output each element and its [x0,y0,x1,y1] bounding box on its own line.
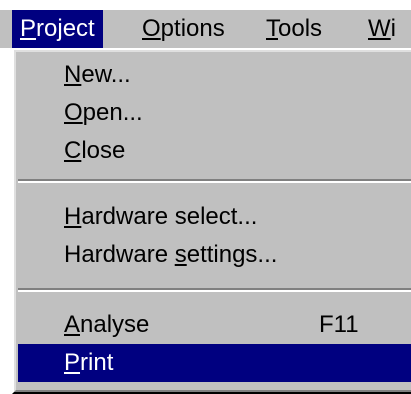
menu-tools-label-rest: ools [278,15,323,42]
menu-project-label-rest: roject [36,15,95,42]
menu-item-analyse-shortcut: F11 [319,311,359,338]
menu-separator [18,288,411,292]
menu-item-open-mnemonic: O [64,99,83,126]
menu-item-hardware-settings-post: ettings... [186,241,278,268]
menu-item-close-post: lose [81,137,126,164]
menu-window-label-rest: i [390,15,396,42]
menu-item-close-mnemonic: C [64,137,82,164]
menu-tools-mnemonic: T [266,15,278,42]
menu-item-hardware-select-post: ardware select... [81,203,258,230]
menu-options[interactable]: Options [134,10,233,48]
menu-bar: Project Options Tools Wi [0,10,411,48]
menu-tools[interactable]: Tools [258,10,330,48]
menu-item-analyse-post: nalyse [80,311,150,338]
menu-item-analyse-mnemonic: A [64,311,81,338]
menu-item-hardware-select[interactable]: Hardware select... [18,198,411,236]
menu-item-new-post: ew... [81,61,131,88]
menu-item-new[interactable]: New... [18,56,411,94]
menu-item-print-post: rint [80,349,114,376]
menu-item-hardware-select-mnemonic: H [64,203,82,230]
menu-item-open[interactable]: Open... [18,94,411,132]
project-dropdown-menu: New... Open... Close Hardware select... … [12,48,411,394]
menu-project[interactable]: Project [12,10,103,48]
menu-item-analyse[interactable]: Analyse F11 [18,306,411,344]
menu-options-label-rest: ptions [160,15,225,42]
menu-item-hardware-settings-mnemonic: s [174,241,187,268]
menu-item-open-post: pen... [82,99,143,126]
menu-separator [18,179,411,183]
menu-window-truncated[interactable]: Wi [360,10,404,48]
menu-item-close[interactable]: Close [18,132,411,170]
menu-item-hardware-settings[interactable]: Hardware settings... [18,236,411,274]
menu-project-mnemonic: P [20,15,37,42]
menu-item-print-mnemonic: P [64,349,81,376]
menu-window-mnemonic: W [368,15,391,42]
menu-options-mnemonic: O [142,15,161,42]
menu-item-new-mnemonic: N [64,61,82,88]
menu-item-print[interactable]: Print [18,344,411,382]
menu-item-hardware-settings-pre: Hardware [64,241,175,268]
